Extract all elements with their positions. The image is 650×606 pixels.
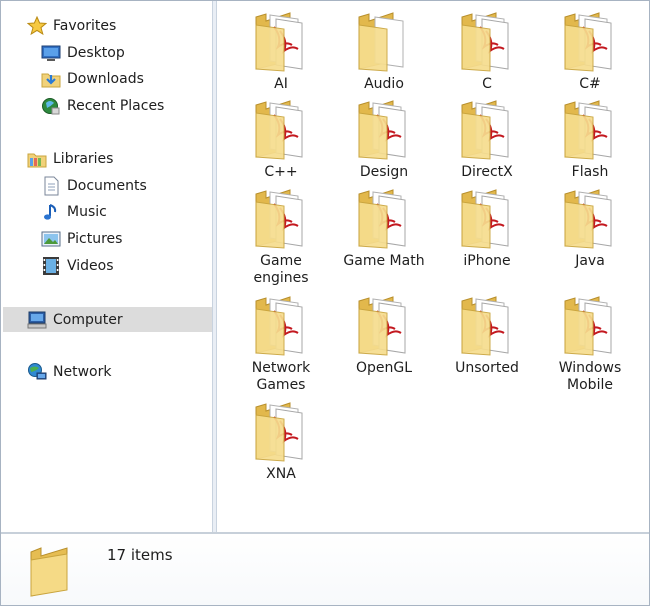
pictures-icon (41, 229, 61, 249)
pdf-folder-icon (255, 296, 303, 356)
folder-icon (30, 547, 68, 597)
folder-label: DirectX (461, 164, 513, 180)
documents-icon (41, 176, 61, 196)
folder-item[interactable]: Game engines (232, 188, 330, 287)
pdf-folder-icon (461, 296, 509, 356)
nav-favorites-label: Favorites (53, 18, 117, 34)
nav-libraries[interactable]: Libraries (27, 148, 113, 170)
star-icon (27, 16, 47, 36)
folder-item[interactable]: Audio (335, 11, 433, 93)
music-icon (41, 202, 61, 222)
folder-label: Flash (571, 164, 609, 180)
nav-item-label: Videos (67, 258, 114, 274)
navigation-pane: Favorites Desktop Downloads Recent Place… (1, 1, 212, 532)
folder-label: iPhone (463, 253, 511, 269)
folder-label: Audio (364, 76, 404, 92)
folder-item[interactable]: Network Games (232, 295, 330, 394)
folder-label: Game Math (343, 253, 425, 269)
recent-places-icon (41, 96, 61, 116)
folder-item[interactable]: iPhone (438, 188, 536, 270)
nav-computer-label: Computer (53, 311, 123, 328)
folder-icon (358, 12, 404, 72)
item-count: 17 items (107, 546, 173, 564)
folder-label: C (482, 76, 492, 92)
libraries-icon (27, 149, 47, 169)
folder-item[interactable]: C++ (232, 99, 330, 181)
folder-item[interactable]: Game Math (335, 188, 433, 270)
desktop-icon (41, 43, 61, 63)
folder-item[interactable]: Java (541, 188, 639, 270)
folder-label: AI (274, 76, 288, 92)
pdf-folder-icon (461, 12, 509, 72)
folder-label: Windows Mobile (558, 360, 622, 393)
network-icon (27, 362, 47, 382)
nav-item-recent-places[interactable]: Recent Places (41, 95, 164, 117)
folder-label: C# (579, 76, 601, 92)
nav-item-desktop[interactable]: Desktop (41, 42, 125, 64)
pdf-folder-icon (358, 100, 406, 160)
nav-computer[interactable]: Computer (3, 307, 212, 332)
folder-item[interactable]: Flash (541, 99, 639, 181)
folder-item[interactable]: AI (232, 11, 330, 93)
nav-item-music[interactable]: Music (41, 201, 107, 223)
folder-item[interactable]: DirectX (438, 99, 536, 181)
pdf-folder-icon (564, 189, 612, 249)
folder-label: Unsorted (455, 360, 519, 376)
pdf-folder-icon (358, 189, 406, 249)
pdf-folder-icon (564, 12, 612, 72)
pdf-folder-icon (564, 296, 612, 356)
folder-item[interactable]: OpenGL (335, 295, 433, 377)
folder-item[interactable]: Design (335, 99, 433, 181)
folder-item[interactable]: C# (541, 11, 639, 93)
folder-item[interactable]: Unsorted (438, 295, 536, 377)
folder-label: C++ (264, 164, 298, 180)
nav-item-pictures[interactable]: Pictures (41, 228, 122, 250)
nav-item-label: Recent Places (67, 98, 165, 114)
computer-icon (27, 310, 47, 330)
folder-label: Java (575, 253, 605, 269)
nav-item-label: Desktop (67, 45, 125, 61)
downloads-icon (41, 69, 61, 89)
nav-item-downloads[interactable]: Downloads (41, 68, 144, 90)
nav-item-label: Downloads (67, 71, 144, 87)
nav-item-videos[interactable]: Videos (41, 255, 114, 277)
folder-label: Network Games (251, 360, 311, 393)
folder-label: Design (359, 164, 409, 180)
folder-label: Game engines (253, 253, 309, 286)
folder-label: XNA (266, 466, 296, 482)
videos-icon (41, 256, 61, 276)
nav-item-label: Documents (67, 178, 147, 194)
pdf-folder-icon (358, 296, 406, 356)
folder-item[interactable]: C (438, 11, 536, 93)
nav-item-documents[interactable]: Documents (41, 175, 147, 197)
nav-network[interactable]: Network (27, 361, 111, 383)
pdf-folder-icon (255, 12, 303, 72)
pdf-folder-icon (255, 189, 303, 249)
pdf-folder-icon (461, 100, 509, 160)
explorer-window: Favorites Desktop Downloads Recent Place… (0, 0, 650, 606)
folder-item[interactable]: Windows Mobile (541, 295, 639, 394)
pdf-folder-icon (255, 402, 303, 462)
details-pane: 17 items (1, 532, 649, 605)
folder-view: AI Audio C C# C++ Design DirectX Flash G… (217, 1, 649, 532)
nav-item-label: Pictures (67, 231, 123, 247)
folder-label: OpenGL (355, 360, 413, 376)
nav-favorites[interactable]: Favorites (27, 15, 116, 37)
pdf-folder-icon (564, 100, 612, 160)
nav-network-label: Network (53, 364, 112, 380)
folder-item[interactable]: XNA (232, 401, 330, 483)
nav-item-label: Music (67, 204, 107, 220)
pdf-folder-icon (461, 189, 509, 249)
pdf-folder-icon (255, 100, 303, 160)
nav-libraries-label: Libraries (53, 151, 114, 167)
